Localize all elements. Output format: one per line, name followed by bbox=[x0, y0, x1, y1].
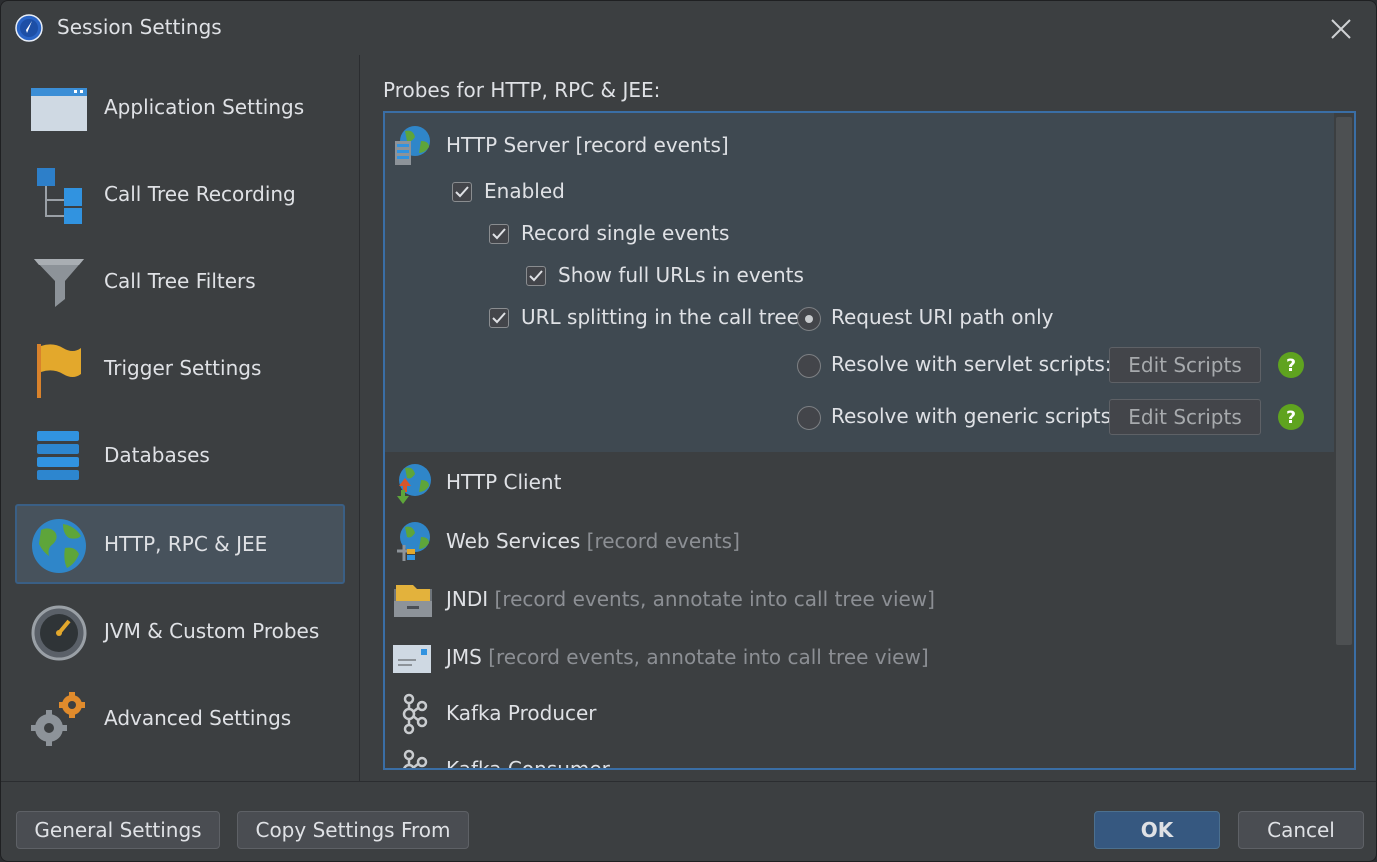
sidebar-item-call-tree-filters[interactable]: Call Tree Filters bbox=[15, 241, 345, 321]
probe-tag: [record events] bbox=[575, 133, 729, 157]
svg-text:?: ? bbox=[1286, 356, 1296, 376]
button-bar: General Settings Copy Settings From OK C… bbox=[1, 781, 1376, 861]
database-icon bbox=[37, 431, 79, 480]
http-server-globe-icon bbox=[395, 126, 430, 165]
radio-dot bbox=[805, 315, 813, 323]
sidebar-item-label: Call Tree Recording bbox=[104, 182, 296, 206]
close-icon[interactable] bbox=[1326, 14, 1356, 44]
radio-label: Resolve with generic scripts: bbox=[831, 404, 1118, 428]
window-title: Session Settings bbox=[57, 15, 222, 39]
copy-settings-from-button[interactable]: Copy Settings From bbox=[237, 811, 469, 849]
checkbox-label: URL splitting in the call tree: bbox=[521, 305, 806, 329]
probe-title: HTTP Client bbox=[446, 470, 562, 494]
http-client-globe-icon bbox=[397, 464, 431, 504]
probe-name: Kafka Producer bbox=[446, 701, 597, 725]
kafka-icon bbox=[402, 693, 428, 735]
probe-name: Kafka Consumer bbox=[446, 757, 610, 770]
checkmark-icon bbox=[529, 270, 543, 282]
probe-name: JNDI [record events, annotate into call … bbox=[446, 587, 935, 611]
sidebar-item-label: Application Settings bbox=[104, 95, 305, 119]
probe-name: HTTP Client bbox=[446, 470, 561, 494]
radio-circle bbox=[797, 354, 821, 378]
checkbox-label: Enabled bbox=[484, 179, 565, 203]
application-window-icon bbox=[31, 88, 87, 131]
sidebar-item-databases[interactable]: Databases bbox=[15, 415, 345, 495]
sidebar-item-http-rpc-jee[interactable]: HTTP, RPC & JEE bbox=[15, 504, 345, 584]
funnel-icon bbox=[34, 259, 84, 307]
checkbox-label: Record single events bbox=[521, 221, 730, 245]
scrollbar[interactable] bbox=[1334, 113, 1354, 768]
checkmark-icon bbox=[492, 228, 506, 240]
probe-row-jms[interactable]: JMS [record events, annotate into call t… bbox=[385, 629, 1333, 685]
svg-text:?: ? bbox=[1286, 408, 1296, 428]
checkbox-label: Show full URLs in events bbox=[558, 263, 804, 287]
message-envelope-icon bbox=[393, 645, 431, 673]
sidebar-item-label: Trigger Settings bbox=[104, 356, 262, 380]
help-icon[interactable]: ? bbox=[1277, 403, 1305, 431]
probe-row-http-client[interactable]: HTTP Client bbox=[385, 454, 1333, 510]
gears-icon bbox=[31, 692, 85, 746]
edit-generic-scripts-button[interactable]: Edit Scripts bbox=[1109, 399, 1261, 435]
checkbox-box bbox=[526, 266, 546, 286]
flag-icon bbox=[37, 344, 81, 398]
probe-title: Web Services bbox=[446, 529, 581, 553]
radio-label: Request URI path only bbox=[831, 305, 1054, 329]
folder-drawer-icon bbox=[394, 585, 432, 617]
probe-title: JMS bbox=[446, 645, 482, 669]
checkmark-icon bbox=[455, 186, 469, 198]
sidebar: Application Settings Call Tree Recording… bbox=[1, 55, 359, 781]
web-services-globe-icon bbox=[397, 522, 430, 561]
sidebar-item-label: JVM & Custom Probes bbox=[104, 619, 320, 643]
ok-button[interactable]: OK bbox=[1094, 811, 1220, 849]
help-icon[interactable]: ? bbox=[1277, 351, 1305, 379]
checkbox-box bbox=[489, 308, 509, 328]
call-tree-icon bbox=[37, 168, 82, 224]
checkbox-box bbox=[489, 224, 509, 244]
gauge-icon bbox=[31, 605, 87, 661]
probe-row-jndi[interactable]: JNDI [record events, annotate into call … bbox=[385, 571, 1333, 627]
radio-label: Resolve with servlet scripts: bbox=[831, 352, 1112, 376]
sidebar-item-trigger-settings[interactable]: Trigger Settings bbox=[15, 328, 345, 408]
probe-name: JMS [record events, annotate into call t… bbox=[446, 645, 929, 669]
radio-circle bbox=[797, 406, 821, 430]
sidebar-item-call-tree-recording[interactable]: Call Tree Recording bbox=[15, 154, 345, 234]
sidebar-item-advanced-settings[interactable]: Advanced Settings bbox=[15, 678, 345, 758]
probe-title: Kafka Producer bbox=[446, 701, 597, 725]
probe-row-http-server[interactable]: HTTP Server [record events] bbox=[385, 117, 1333, 173]
sidebar-item-label: Call Tree Filters bbox=[104, 269, 256, 293]
probe-title: JNDI bbox=[446, 587, 489, 611]
probe-list[interactable]: HTTP Server [record events] Enabled Reco… bbox=[383, 111, 1356, 770]
probe-name: Web Services [record events] bbox=[446, 529, 740, 553]
cancel-button[interactable]: Cancel bbox=[1238, 811, 1364, 849]
scrollbar-thumb[interactable] bbox=[1336, 117, 1352, 645]
title-bar: Session Settings bbox=[1, 1, 1376, 55]
checkbox-box bbox=[452, 182, 472, 202]
probe-name: HTTP Server [record events] bbox=[446, 133, 729, 157]
sidebar-item-label: HTTP, RPC & JEE bbox=[104, 532, 268, 556]
probe-row-kafka-consumer[interactable]: Kafka Consumer bbox=[385, 741, 1333, 770]
panel-title: Probes for HTTP, RPC & JEE: bbox=[383, 78, 661, 102]
sidebar-divider bbox=[359, 55, 360, 781]
probe-tag: [record events, annotate into call tree … bbox=[494, 587, 935, 611]
probe-title: Kafka Consumer bbox=[446, 757, 610, 770]
session-settings-dialog: Session Settings Application Settings Ca… bbox=[0, 0, 1377, 862]
radio-circle bbox=[797, 307, 821, 331]
edit-servlet-scripts-button[interactable]: Edit Scripts bbox=[1109, 347, 1261, 383]
probe-tag: [record events] bbox=[586, 529, 740, 553]
probe-row-kafka-producer[interactable]: Kafka Producer bbox=[385, 685, 1333, 741]
sidebar-item-application-settings[interactable]: Application Settings bbox=[15, 67, 345, 147]
checkmark-icon bbox=[492, 312, 506, 324]
app-logo-icon bbox=[15, 14, 43, 42]
probe-row-web-services[interactable]: Web Services [record events] bbox=[385, 513, 1333, 569]
sidebar-item-label: Advanced Settings bbox=[104, 706, 292, 730]
sidebar-item-label: Databases bbox=[104, 443, 210, 467]
general-settings-button[interactable]: General Settings bbox=[16, 811, 220, 849]
globe-icon bbox=[32, 519, 86, 573]
kafka-icon bbox=[403, 749, 428, 768]
probe-tag: [record events, annotate into call tree … bbox=[488, 645, 929, 669]
sidebar-item-jvm-custom-probes[interactable]: JVM & Custom Probes bbox=[15, 591, 345, 671]
probe-title: HTTP Server bbox=[446, 133, 570, 157]
